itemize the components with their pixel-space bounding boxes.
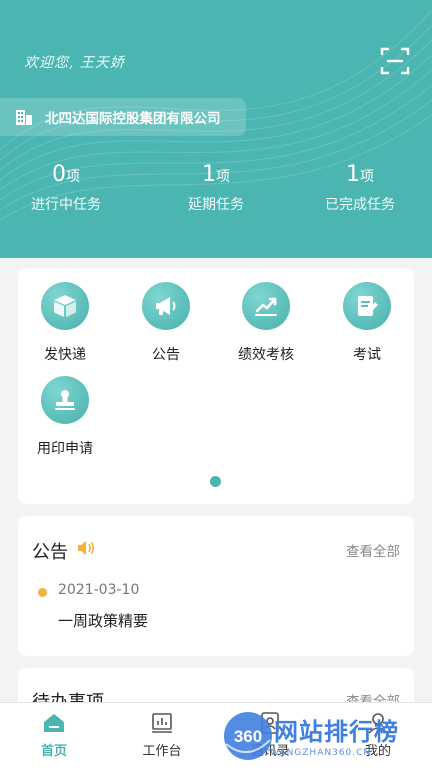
watermark-logo-icon: 360 [224,712,272,760]
package-icon [41,282,89,330]
stat-unit: 项 [216,169,230,185]
notice-card: 公告 查看全部 2021-03-10 一周政策精要 [18,516,414,656]
watermark-title: 网站排行榜 [274,718,399,746]
app-label: 绩效考核 [238,347,294,363]
site-watermark: 360 网站排行榜 WANGZHAN360.CN [222,708,430,766]
stat-value: 1 [346,162,360,187]
stamp-icon [41,376,89,424]
watermark-subtitle: WANGZHAN360.CN [270,748,372,758]
notice-date: 2021-03-10 [58,582,140,598]
company-name: 北四达国际控股集团有限公司 [45,111,221,127]
task-stats: 0项 进行中任务 1项 延期任务 1项 已完成任务 [0,160,432,220]
notice-view-all-link[interactable]: 查看全部 [346,540,400,560]
notice-bullet [38,588,47,597]
notice-title: 公告 [32,542,68,563]
welcome-text: 欢迎您, 王天娇 [24,55,125,71]
workbench-icon [152,713,172,733]
building-icon [16,110,32,125]
header-banner: 欢迎您, 王天娇 北四达国际控股集团有限公司 0项 进行中任务 1项 延期任务 … [0,0,432,258]
app-label: 用印申请 [37,441,93,457]
app-notice[interactable]: 公告 [116,282,216,364]
stat-value: 1 [202,162,216,187]
app-send-express[interactable]: 发快递 [15,282,115,364]
exam-icon [343,282,391,330]
tab-label: 首页 [40,744,67,759]
stat-label: 进行中任务 [31,197,101,213]
stat-value: 0 [52,162,66,187]
stat-in-progress[interactable]: 0项 进行中任务 [0,160,138,214]
app-exam[interactable]: 考试 [317,282,417,364]
company-selector[interactable]: 北四达国际控股集团有限公司 [0,98,246,136]
speaker-icon [78,541,95,555]
home-icon [44,714,64,732]
megaphone-icon [142,282,190,330]
app-label: 公告 [152,347,180,363]
app-label: 发快递 [44,347,86,363]
stat-label: 已完成任务 [325,197,395,213]
stat-unit: 项 [66,169,80,185]
app-seal-request[interactable]: 用印申请 [15,376,115,458]
tab-home[interactable]: 首页 [11,711,97,759]
app-grid: 发快递 公告 绩效考核 考试 用印申请 [18,268,414,504]
stat-label: 延期任务 [188,197,244,213]
app-label: 考试 [353,347,381,363]
stat-unit: 项 [360,169,374,185]
app-performance[interactable]: 绩效考核 [216,282,316,364]
notice-item-title[interactable]: 一周政策精要 [58,610,148,631]
page-indicator-dot [210,476,221,487]
chart-icon [242,282,290,330]
tab-workbench[interactable]: 工作台 [119,711,205,759]
svg-text:360: 360 [234,727,262,746]
tab-label: 工作台 [142,744,182,759]
stat-delayed[interactable]: 1项 延期任务 [144,160,288,214]
stat-completed[interactable]: 1项 已完成任务 [288,160,432,214]
scan-icon[interactable] [380,46,410,76]
